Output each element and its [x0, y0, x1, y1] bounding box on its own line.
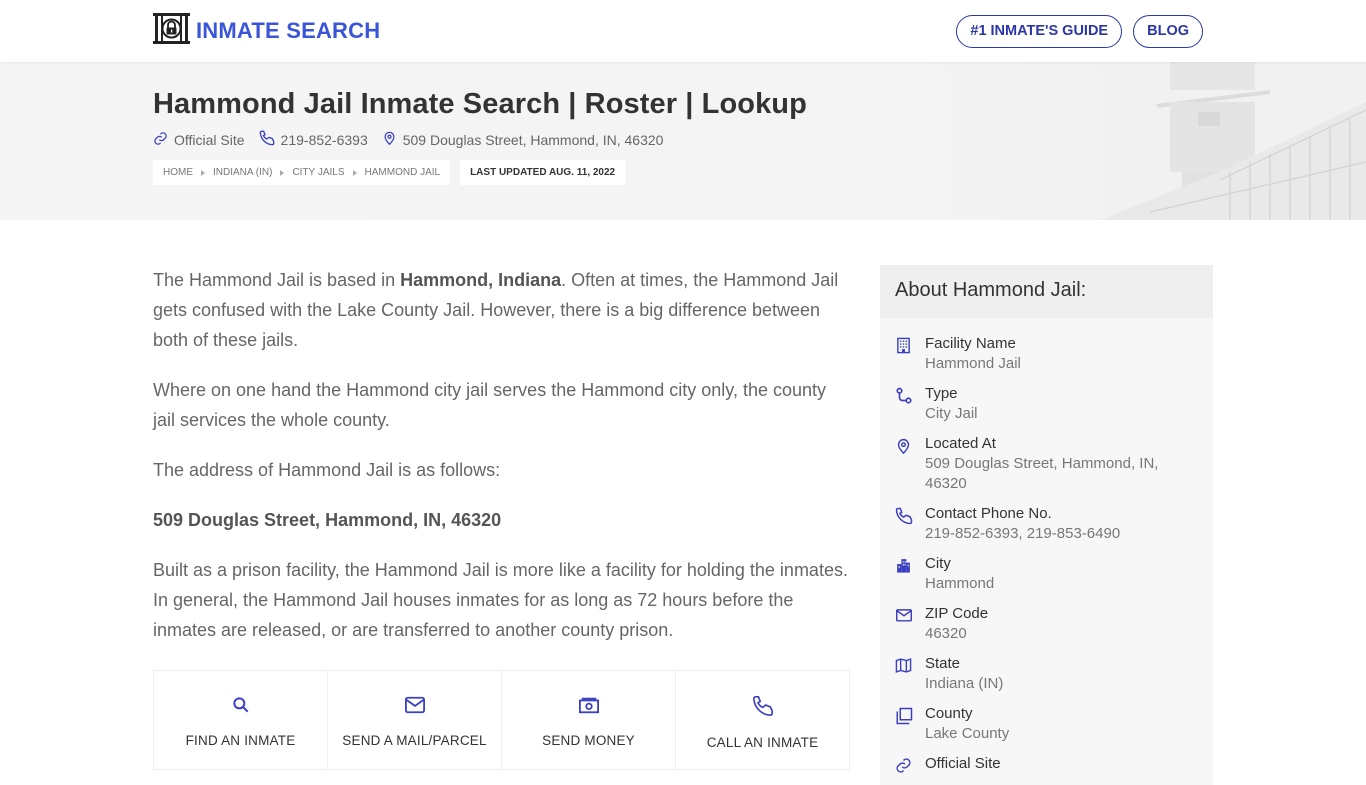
money-icon	[578, 695, 600, 719]
facility-info-list: Facility Name Hammond Jail Type City Jail …	[880, 318, 1213, 778]
find-inmate-button[interactable]: FIND AN INMATE	[154, 671, 328, 769]
phone-link[interactable]: 219-852-6393	[281, 132, 368, 148]
article-paragraph: The Hammond Jail is based in Hammond, In…	[153, 270, 839, 350]
info-type: Type City Jail	[895, 384, 1198, 424]
article-paragraph: Built as a prison facility, the Hammond …	[153, 560, 848, 640]
link-icon	[153, 131, 168, 149]
route-icon	[895, 384, 913, 424]
sidebar-title: About Hammond Jail:	[880, 265, 1213, 318]
article-body: The Hammond Jail is based in Hammond, In…	[153, 265, 850, 665]
info-located-at: Located At 509 Douglas Street, Hammond, I…	[895, 434, 1198, 494]
last-updated-badge: LAST UPDATED AUG. 11, 2022	[460, 160, 626, 185]
envelope-icon	[895, 604, 913, 644]
logo-text: INMATE SEARCH	[196, 17, 381, 43]
site-logo[interactable]: INMATE SEARCH	[153, 13, 380, 48]
article-paragraph: Where on one hand the Hammond city jail …	[153, 380, 826, 430]
page-title: Hammond Jail Inmate Search | Roster | Lo…	[153, 88, 807, 120]
breadcrumb-separator-icon	[201, 169, 205, 176]
breadcrumb: HOME INDIANA (IN) CITY JAILS HAMMOND JAI…	[153, 160, 451, 185]
send-money-button[interactable]: SEND MONEY	[502, 671, 676, 769]
watchtower-background-image	[900, 62, 1366, 220]
breadcrumb-current[interactable]: HAMMOND JAIL	[365, 167, 441, 178]
main-nav: #1 INMATE'S GUIDE BLOG	[956, 15, 1203, 48]
search-icon	[231, 695, 251, 719]
map-icon	[895, 654, 913, 694]
article-paragraph: The address of Hammond Jail is as follow…	[153, 460, 501, 480]
building-icon	[895, 334, 913, 374]
breadcrumb-row: HOME INDIANA (IN) CITY JAILS HAMMOND JAI…	[153, 160, 626, 185]
call-inmate-button[interactable]: CALL AN INMATE	[676, 671, 849, 769]
article-paragraph: 509 Douglas Street, Hammond, IN, 46320	[153, 510, 502, 530]
breadcrumb-separator-icon	[280, 169, 285, 176]
breadcrumb-home[interactable]: HOME	[163, 167, 193, 178]
mail-icon	[404, 695, 426, 719]
nav-blog[interactable]: BLOG	[1133, 15, 1203, 48]
city-icon	[895, 554, 913, 594]
official-site-link[interactable]: Official Site	[174, 132, 245, 148]
last-updated-text: LAST UPDATED AUG. 11, 2022	[470, 167, 616, 178]
map-pin-icon	[895, 434, 913, 494]
breadcrumb-state[interactable]: INDIANA (IN)	[213, 167, 272, 178]
send-mail-button[interactable]: SEND A MAIL/PARCEL	[328, 671, 502, 769]
phone-icon	[895, 504, 913, 544]
info-county: County Lake County	[895, 704, 1198, 744]
nav-inmates-guide[interactable]: #1 INMATE'S GUIDE	[956, 15, 1123, 48]
info-facility-name: Facility Name Hammond Jail	[895, 334, 1198, 374]
breadcrumb-city-jails[interactable]: CITY JAILS	[292, 167, 344, 178]
breadcrumb-separator-icon	[352, 169, 357, 176]
link-icon	[895, 754, 913, 778]
action-tiles: FIND AN INMATE SEND A MAIL/PARCEL SEND M…	[153, 670, 850, 770]
about-sidebar: About Hammond Jail: Facility Name Hammond…	[880, 265, 1213, 785]
hero-banner: Hammond Jail Inmate Search | Roster | Lo…	[0, 62, 1366, 220]
address-text: 509 Douglas Street, Hammond, IN, 46320	[402, 131, 664, 148]
jail-lock-icon	[153, 13, 190, 48]
info-state: State Indiana (IN)	[895, 654, 1198, 694]
info-zip-code: ZIP Code 46320	[895, 604, 1198, 644]
facility-meta: Official Site 219-852-6393 509 Douglas S…	[153, 130, 663, 149]
info-contact-phone: Contact Phone No. 219-852-6393, 219-853-6…	[895, 504, 1198, 544]
info-official-site: Official Site	[895, 754, 1198, 778]
top-navbar: INMATE SEARCH #1 INMATE'S GUIDE BLOG	[0, 0, 1366, 62]
info-city: City Hammond	[895, 554, 1198, 594]
phone-icon	[259, 130, 275, 149]
map-pin-icon	[382, 130, 397, 149]
phone-icon	[752, 695, 774, 721]
copy-icon	[895, 704, 913, 744]
